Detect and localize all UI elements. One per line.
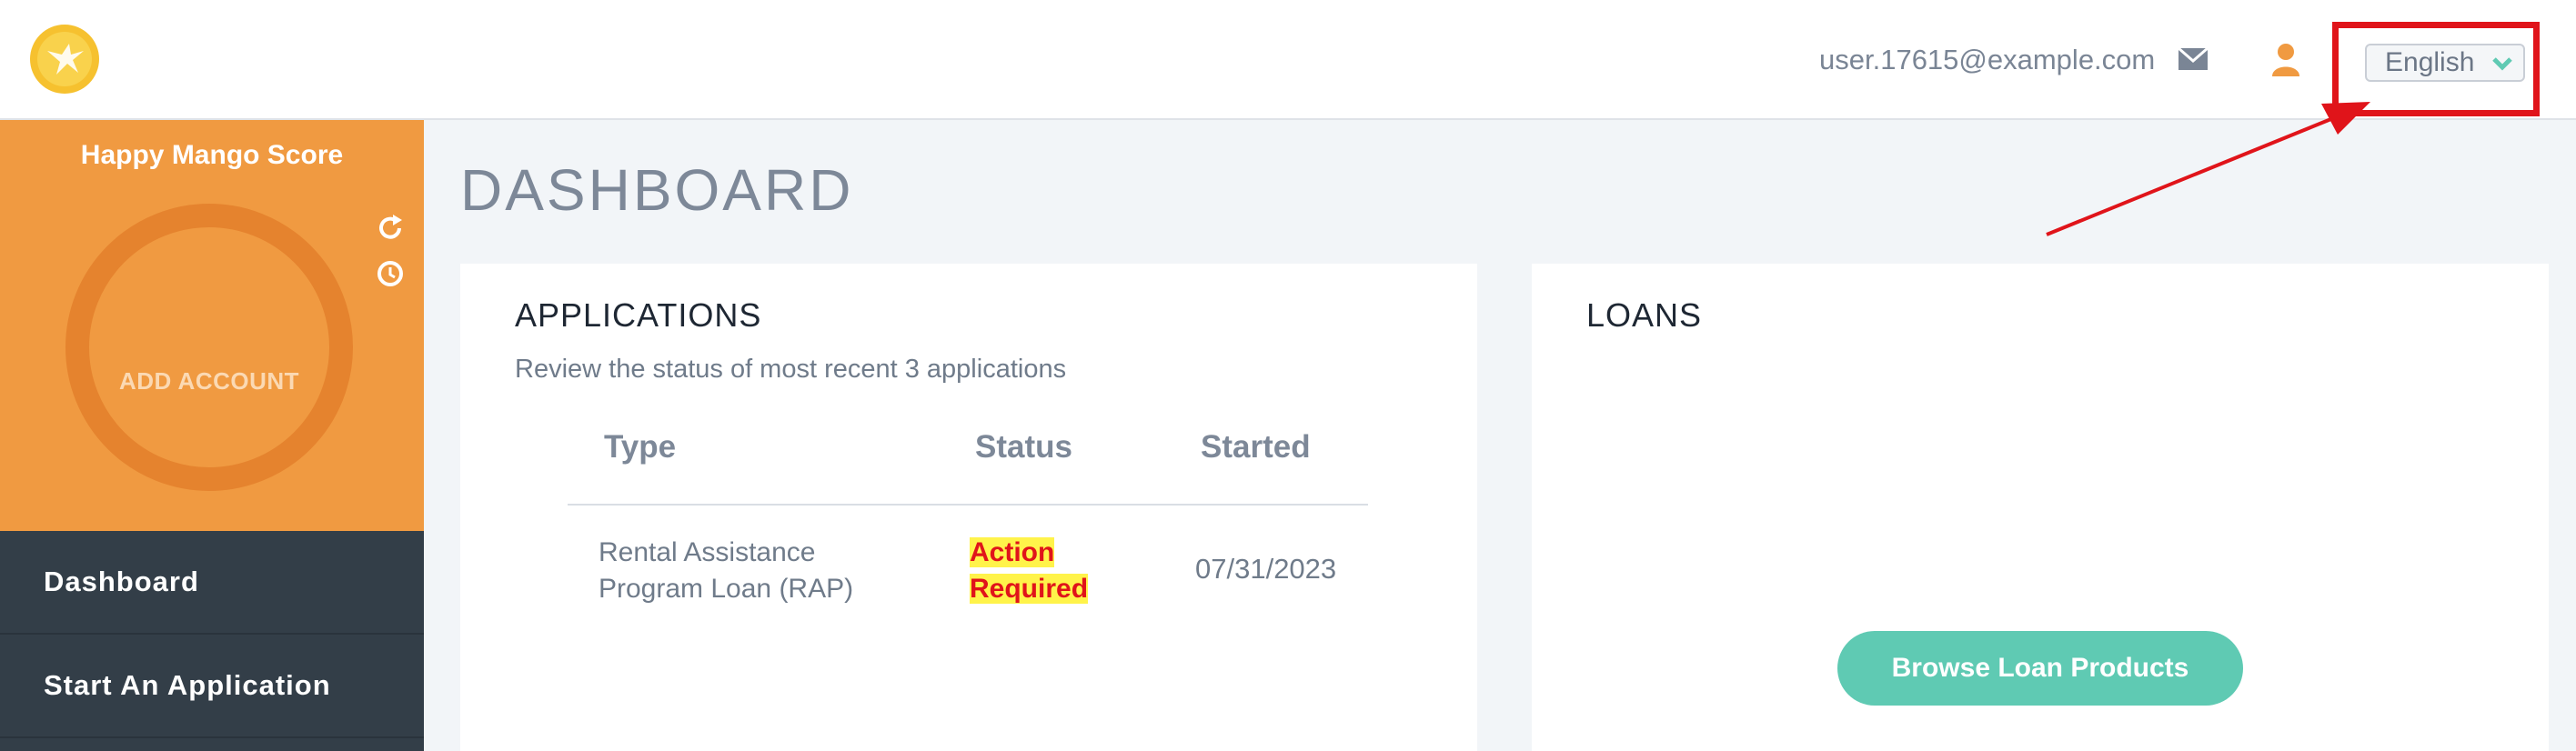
column-header-started: Started — [1201, 429, 1311, 465]
sidebar-item-start-application[interactable]: Start An Application — [0, 635, 424, 738]
column-header-status: Status — [975, 429, 1072, 465]
page-title: DASHBOARD — [460, 157, 854, 223]
browse-loan-products-button[interactable]: Browse Loan Products — [1837, 631, 2243, 706]
applications-subtitle: Review the status of most recent 3 appli… — [515, 355, 1067, 384]
application-type-line: Rental Assistance — [599, 537, 816, 567]
sidebar-item-dashboard[interactable]: Dashboard — [0, 531, 424, 635]
refresh-icon[interactable] — [375, 213, 406, 244]
applications-title: APPLICATIONS — [515, 296, 762, 334]
sidebar: Happy Mango Score ADD ACCOUNT Dashboard … — [0, 120, 424, 751]
score-title: Happy Mango Score — [80, 140, 344, 170]
logo-icon[interactable] — [29, 24, 100, 95]
score-ring — [65, 204, 353, 491]
application-started-date: 07/31/2023 — [1195, 553, 1337, 585]
score-panel: Happy Mango Score ADD ACCOUNT — [0, 120, 424, 531]
application-type-line: Program Loan (RAP) — [599, 574, 854, 604]
person-icon[interactable] — [2270, 42, 2301, 76]
status-badge[interactable]: Action Required — [970, 535, 1106, 607]
loans-title: LOANS — [1586, 296, 1703, 334]
column-header-type: Type — [604, 429, 677, 465]
history-icon[interactable] — [375, 258, 406, 289]
loans-card: LOANS Browse Loan Products — [1532, 264, 2549, 751]
mail-icon[interactable] — [2178, 47, 2209, 71]
status-line: Action — [970, 537, 1055, 567]
sidebar-nav: Dashboard Start An Application — [0, 531, 424, 751]
annotation-arrow — [2046, 102, 2370, 236]
application-type-cell[interactable]: Rental Assistance Program Loan (RAP) — [599, 535, 890, 607]
status-line: Required — [970, 574, 1089, 604]
user-email[interactable]: user.17615@example.com — [1819, 44, 2155, 76]
applications-card: APPLICATIONS Review the status of most r… — [460, 264, 1477, 751]
table-divider — [568, 504, 1368, 506]
add-account-link[interactable]: ADD ACCOUNT — [65, 367, 353, 396]
